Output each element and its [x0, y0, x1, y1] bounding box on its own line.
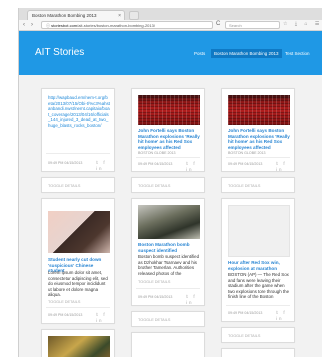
divider	[226, 305, 290, 306]
card-collapsed[interactable]: TOGGLE DETAILS	[221, 327, 295, 343]
nav-posts[interactable]: Posts	[194, 51, 205, 56]
nav-test-section[interactable]: Test Section	[285, 51, 310, 56]
site-info-icon[interactable]: ⓘ	[46, 23, 50, 28]
nav-boston-marathon[interactable]: Boston Marathon Bombing 2013	[211, 49, 282, 58]
story-image[interactable]	[138, 205, 200, 239]
page-content: AIT Stories Posts Boston Marathon Bombin…	[19, 31, 322, 357]
toggle-details[interactable]: TOGGLE DETAILS	[48, 300, 80, 304]
story-excerpt: Boston bomb suspect identified as Dzhokh…	[138, 254, 200, 276]
share-icons[interactable]: 𝕥 f in	[276, 161, 294, 171]
card-collapsed[interactable]: TOGGLE DETAILS	[131, 177, 205, 193]
story-image[interactable]	[48, 336, 110, 357]
card-blank[interactable]	[221, 348, 295, 357]
story-title[interactable]: John Fortelli says Boston Marathon explo…	[228, 128, 290, 150]
divider	[226, 157, 290, 158]
toolbar-icons[interactable]: ☆ ⤓ ⌂ ☰	[283, 21, 322, 27]
forward-button[interactable]: ›	[31, 21, 33, 29]
story-title[interactable]: Boston Marathon bomb suspect identified	[138, 242, 200, 253]
story-link[interactable]: http://wapbaud.em/nem-t.org/beta/2013/07…	[48, 95, 110, 129]
card-story[interactable]: John Fortelli says Boston Marathon explo…	[131, 88, 205, 172]
url-domain: storiesbot.com	[51, 23, 78, 28]
browser-window: Boston Marathon Bombing 2013 × ‹ › ⓘ sto…	[18, 8, 322, 357]
toggle-details[interactable]: TOGGLE DETAILS	[138, 184, 170, 188]
share-icons[interactable]: 𝕥 f in	[186, 294, 204, 305]
card-story[interactable]: Student nearly cut down 'suspicious' Chi…	[41, 198, 115, 324]
search-input[interactable]: Search	[225, 21, 280, 29]
card-collapsed[interactable]: TOGGLE DETAILS	[131, 311, 205, 327]
toggle-details[interactable]: TOGGLE DETAILS	[228, 184, 260, 188]
divider	[46, 153, 110, 154]
story-image[interactable]	[228, 95, 290, 125]
post-date: 09:49 PM 04/15/2013	[228, 162, 263, 166]
close-tab-icon[interactable]: ×	[118, 11, 121, 20]
story-title[interactable]: Hour after Red Sox win, explosion at mar…	[228, 260, 290, 271]
divider	[46, 307, 110, 308]
card-story-partial[interactable]	[41, 329, 115, 357]
card-story[interactable]: Boston Marathon bomb suspect identified …	[131, 198, 205, 306]
card-collapsed[interactable]: TOGGLE DETAILS	[41, 177, 115, 193]
post-date: 09:49 PM 04/15/2013	[48, 313, 83, 317]
post-date: 09:49 PM 04/15/2013	[48, 161, 83, 165]
url-path: /ait-stories/boston-marathon-bombing-201…	[77, 23, 155, 28]
toggle-details[interactable]: TOGGLE DETAILS	[48, 184, 80, 188]
card-story[interactable]: Hour after Red Sox win, explosion at mar…	[221, 198, 295, 322]
story-image[interactable]	[138, 95, 200, 125]
post-date: 09:49 PM 04/15/2013	[138, 162, 173, 166]
toggle-details[interactable]: TOGGLE DETAILS	[138, 318, 170, 322]
address-bar[interactable]: ⓘ storiesbot.com/ait-stories/boston-mara…	[41, 21, 213, 29]
story-title[interactable]: John Fortelli says Boston Marathon explo…	[138, 128, 200, 150]
toggle-details[interactable]: TOGGLE DETAILS	[138, 280, 170, 284]
divider	[136, 288, 200, 289]
divider	[136, 157, 200, 158]
post-date: 09:49 PM 04/15/2013	[228, 311, 263, 315]
reload-icon[interactable]: C	[216, 21, 220, 27]
story-image[interactable]	[48, 211, 110, 253]
card-collapsed[interactable]: TOGGLE DETAILS	[221, 177, 295, 193]
card-link[interactable]: http://wapbaud.em/nem-t.org/beta/2013/07…	[41, 88, 115, 172]
story-source: BOSTON GLOBE 2013	[138, 151, 176, 155]
site-brand[interactable]: AIT Stories	[35, 47, 84, 58]
tab-title: Boston Marathon Bombing 2013	[32, 13, 97, 18]
back-button[interactable]: ‹	[23, 21, 25, 29]
tab-bar: Boston Marathon Bombing 2013 ×	[19, 8, 322, 20]
toggle-details[interactable]: TOGGLE DETAILS	[228, 334, 260, 338]
browser-tab[interactable]: Boston Marathon Bombing 2013 ×	[27, 10, 125, 20]
card-story[interactable]: John Fortelli says Boston Marathon explo…	[221, 88, 295, 172]
story-excerpt: BOSTON (AP) — The Red Sox and fans were …	[228, 272, 290, 300]
new-tab-button[interactable]	[129, 11, 139, 20]
post-date: 09:49 PM 04/15/2013	[138, 295, 173, 299]
share-icons[interactable]: 𝕥 f in	[96, 312, 114, 323]
share-icons[interactable]: 𝕥 f in	[276, 310, 294, 321]
story-image-placeholder[interactable]	[228, 205, 290, 257]
site-header: AIT Stories Posts Boston Marathon Bombin…	[19, 31, 322, 75]
card-blank[interactable]	[131, 332, 205, 357]
story-excerpt: Lorem ipsum dolor sit amet, consectetur …	[48, 270, 108, 297]
search-placeholder: Search	[229, 23, 242, 28]
story-source: BOSTON GLOBE 2013	[228, 151, 266, 155]
share-icons[interactable]: 𝕥 f in	[96, 160, 114, 171]
browser-toolbar: ‹ › ⓘ storiesbot.com/ait-stories/boston-…	[19, 20, 322, 31]
share-icons[interactable]: 𝕥 f in	[186, 161, 204, 171]
